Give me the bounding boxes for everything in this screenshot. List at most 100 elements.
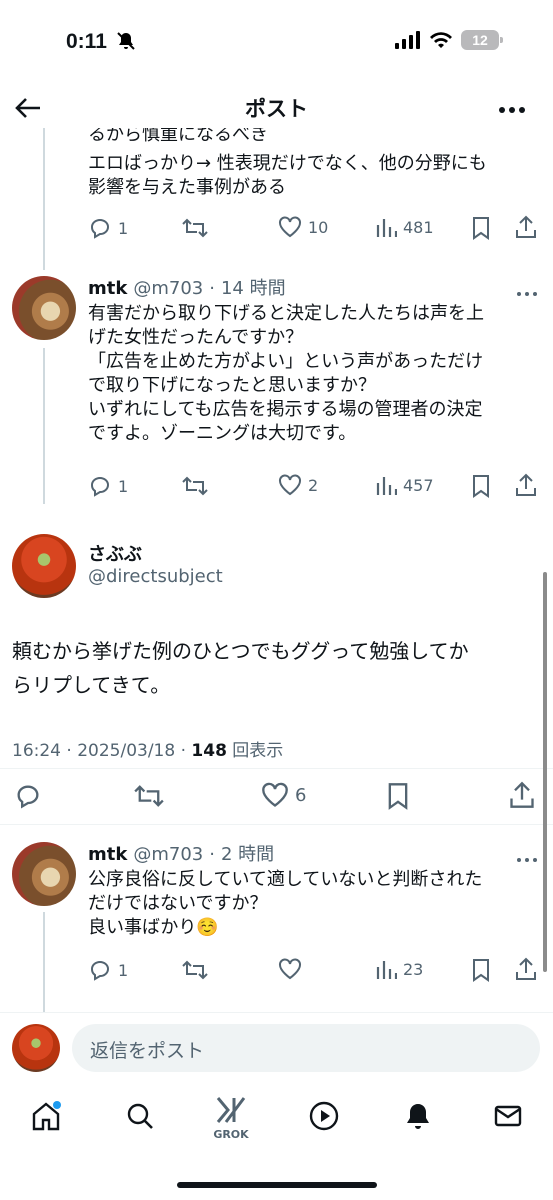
play-circle-icon	[309, 1101, 339, 1131]
page-title: ポスト	[245, 97, 308, 121]
reply-button[interactable]	[14, 782, 42, 810]
search-tab[interactable]	[124, 1100, 156, 1136]
views-button[interactable]: 481	[375, 216, 434, 238]
bookmark-icon	[473, 959, 489, 982]
post-header: mtk @m703 · 2 時間	[88, 840, 274, 866]
home-indicator[interactable]	[177, 1182, 377, 1188]
post-meta: 16:24 · 2025/03/18 · 148 回表示	[12, 736, 283, 761]
repost-button[interactable]	[182, 474, 208, 498]
post-more-icon[interactable]	[516, 282, 538, 301]
share-icon	[516, 215, 536, 238]
post-more-icon[interactable]	[516, 848, 538, 867]
reply-icon	[91, 219, 109, 239]
avatar[interactable]	[12, 534, 76, 598]
heart-icon	[279, 474, 301, 496]
video-tab[interactable]	[308, 1100, 340, 1136]
grok-label: GROK	[213, 1128, 249, 1141]
share-icon	[510, 781, 534, 808]
wifi-icon	[430, 32, 452, 48]
grok-tab[interactable]: GROK	[212, 1094, 250, 1141]
battery-indicator: 12	[461, 30, 503, 50]
author-name[interactable]: mtk	[88, 278, 127, 299]
avatar[interactable]	[12, 842, 76, 906]
home-icon	[32, 1101, 61, 1131]
reply-input[interactable]: 返信をポスト	[72, 1024, 540, 1072]
like-button[interactable]: 10	[278, 216, 328, 238]
scrollbar[interactable]	[543, 572, 547, 972]
share-button[interactable]	[509, 781, 535, 809]
share-icon	[516, 957, 536, 980]
views-chart-icon	[376, 477, 397, 495]
views-button[interactable]: 457	[375, 474, 434, 496]
repost-button[interactable]	[134, 782, 164, 810]
views-count: 23	[403, 959, 424, 979]
thread-line	[43, 128, 45, 270]
thread-line	[43, 912, 45, 1012]
bookmark-button[interactable]	[386, 782, 410, 810]
reply-button[interactable]: 1	[88, 474, 128, 498]
views-count: 481	[403, 217, 434, 237]
main-post-text: 頼むから挙げた例のひとつでもググって勉強してか らリプしてきて。	[12, 639, 469, 697]
back-arrow-icon[interactable]	[14, 94, 42, 126]
repost-button[interactable]	[182, 216, 208, 240]
post-time: 14 時間	[220, 278, 286, 299]
repost-icon	[182, 218, 208, 238]
avatar[interactable]	[12, 276, 76, 340]
reply-button[interactable]: 1	[88, 216, 128, 240]
reply-button[interactable]: 1	[88, 958, 128, 982]
mail-icon	[494, 1105, 522, 1127]
messages-tab[interactable]	[492, 1100, 524, 1136]
home-tab[interactable]	[30, 1100, 62, 1136]
reply-count: 1	[118, 218, 129, 238]
bookmark-button[interactable]	[471, 958, 491, 982]
author-name[interactable]: さぶぶ	[88, 540, 142, 566]
bookmark-icon	[473, 475, 489, 498]
notifications-tab[interactable]	[402, 1100, 434, 1136]
signal-icon	[395, 31, 420, 49]
separator-dot: ·	[209, 278, 215, 299]
author-handle[interactable]: @m703	[133, 844, 203, 865]
like-button[interactable]: 2	[278, 474, 318, 496]
author-handle[interactable]: @directsubject	[88, 566, 223, 587]
post-text-partial: るから慎重になるべき	[88, 128, 268, 145]
views-chart-icon	[376, 961, 397, 979]
like-count: 10	[308, 217, 329, 237]
post-timestamp: 16:24 · 2025/03/18 ·	[12, 741, 192, 761]
views-button[interactable]: 23	[375, 958, 423, 980]
bell-icon	[407, 1104, 429, 1129]
post-text: 有害だから取り下げると決定した人たちは声を上 げた女性だったんですか？ 「広告を…	[88, 303, 484, 444]
divider	[0, 824, 553, 825]
reply-count: 1	[118, 476, 129, 496]
bookmark-button[interactable]	[471, 474, 491, 498]
bookmark-button[interactable]	[471, 216, 491, 240]
heart-icon	[262, 782, 288, 807]
search-icon	[127, 1103, 153, 1129]
author-name[interactable]: mtk	[88, 844, 127, 865]
repost-icon	[134, 785, 164, 807]
heart-icon	[279, 216, 301, 238]
views-chart-icon	[376, 219, 397, 237]
divider	[0, 1012, 553, 1013]
share-button[interactable]	[515, 215, 537, 239]
avatar	[12, 1024, 60, 1072]
post-time: 2 時間	[220, 844, 275, 865]
like-button[interactable]: 6	[261, 782, 306, 808]
view-count[interactable]: 148	[191, 741, 227, 761]
author-handle[interactable]: @m703	[133, 278, 203, 299]
reply-icon	[91, 961, 109, 981]
repost-icon	[182, 960, 208, 980]
status-indicators: 12	[395, 30, 503, 50]
more-options-icon[interactable]	[498, 100, 526, 119]
post-text: エロばっかり→ 性表現だけでなく、他の分野にも 影響を与えた事例がある	[88, 153, 487, 198]
like-button[interactable]	[278, 958, 302, 980]
share-button[interactable]	[515, 473, 537, 497]
status-time: 0:11	[66, 30, 107, 53]
share-button[interactable]	[515, 957, 537, 981]
bookmark-icon	[388, 783, 408, 810]
views-count: 457	[403, 475, 434, 495]
repost-button[interactable]	[182, 958, 208, 982]
like-count: 6	[295, 784, 307, 806]
bookmark-icon	[473, 217, 489, 240]
reply-icon	[17, 785, 39, 809]
view-label: 回表示	[226, 741, 284, 761]
